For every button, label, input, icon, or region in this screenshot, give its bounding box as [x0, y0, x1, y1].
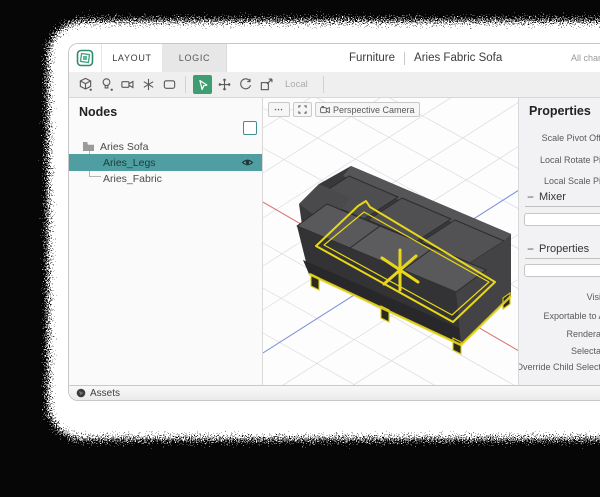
viewport-fullscreen-button[interactable]: [293, 102, 312, 117]
app-window: LAYOUT LOGIC Furniture Aries Fabric Sofa…: [68, 43, 600, 401]
section-divider: [525, 206, 600, 207]
asterisk-icon: [141, 77, 156, 92]
perspective-camera-button[interactable]: Perspective Camera: [315, 102, 420, 117]
select-tool-button[interactable]: [193, 75, 212, 94]
lightbulb-icon: [99, 77, 114, 92]
camera-icon: [320, 105, 330, 114]
toolbar-divider: [185, 76, 186, 93]
tree-row[interactable]: Aries_Fabric: [69, 170, 262, 187]
section-label: Properties: [539, 243, 589, 255]
add-null-button[interactable]: [138, 75, 159, 95]
viewport-3d[interactable]: ⋯ Perspective Camera: [263, 98, 519, 385]
cursor-icon: [196, 78, 210, 92]
rotate-icon: [238, 77, 253, 92]
assets-icon: [76, 388, 86, 398]
folder-icon: [82, 141, 95, 152]
breadcrumb: Furniture Aries Fabric Sofa: [349, 44, 502, 72]
scale-tool-button[interactable]: [256, 75, 277, 95]
collapse-icon: −: [527, 245, 534, 253]
breadcrumb-category: Furniture: [349, 52, 395, 64]
tab-layout[interactable]: LAYOUT: [101, 44, 163, 72]
section-label: Mixer: [539, 191, 566, 203]
toolbar: Local: [69, 72, 600, 98]
assets-bar-label: Assets: [90, 388, 120, 399]
add-label-button[interactable]: [159, 75, 180, 95]
nodes-filter-checkbox[interactable]: [243, 121, 257, 135]
perspective-camera-label: Perspective Camera: [333, 105, 415, 115]
prop-label-local-scale-pivot: Local Scale Pivot: [544, 176, 600, 186]
properties-panel-title: Properties: [529, 104, 591, 118]
assets-bar[interactable]: Assets: [69, 385, 600, 400]
coordinate-mode-dropdown[interactable]: Local: [285, 79, 308, 90]
properties-panel: Properties Scale Pivot Offset Local Rota…: [519, 98, 600, 385]
prop-label-visible: Visible: [587, 292, 600, 302]
move-icon: [217, 77, 232, 92]
add-camera-button[interactable]: [117, 75, 138, 95]
viewport-scene: [263, 98, 519, 385]
add-object-button[interactable]: [75, 75, 96, 95]
prop-label-scale-pivot-offset: Scale Pivot Offset: [542, 133, 600, 143]
tab-logic[interactable]: LOGIC: [163, 44, 227, 72]
section-divider: [525, 258, 600, 259]
breadcrumb-divider: [404, 52, 405, 65]
viewport-menu-button[interactable]: ⋯: [268, 102, 290, 117]
prop-label-exportable: Exportable to API: [543, 311, 600, 321]
breadcrumb-item: Aries Fabric Sofa: [414, 52, 502, 64]
tree-row-label: Aries_Legs: [103, 157, 156, 169]
app-logo-icon[interactable]: [76, 49, 94, 67]
visibility-eye-icon[interactable]: [241, 157, 254, 168]
camera-icon: [120, 77, 135, 92]
prop-label-selectable: Selectable: [571, 346, 600, 356]
label-icon: [162, 77, 177, 92]
rotate-tool-button[interactable]: [235, 75, 256, 95]
expand-icon: [298, 105, 307, 114]
tree-row-root[interactable]: Aries Sofa: [69, 138, 262, 155]
prop-label-local-rotate-pivot: Local Rotate Pivot: [540, 155, 600, 165]
prop-label-renderable: Renderable: [566, 329, 600, 339]
tree-row-selected[interactable]: Aries_Legs: [69, 154, 262, 171]
cube-icon: [78, 77, 93, 92]
section-header-properties[interactable]: − Properties: [527, 243, 589, 255]
nodes-panel-title: Nodes: [79, 105, 117, 119]
properties-filter-input[interactable]: [524, 264, 600, 277]
mixer-input[interactable]: [524, 213, 600, 226]
viewport-controls: ⋯ Perspective Camera: [268, 102, 420, 117]
prop-label-override-child-selection: Override Child Selection: [519, 362, 600, 372]
collapse-icon: −: [527, 193, 534, 201]
tree-row-label: Aries_Fabric: [103, 173, 162, 185]
move-tool-button[interactable]: [214, 75, 235, 95]
add-light-button[interactable]: [96, 75, 117, 95]
nodes-panel: Nodes Aries Sofa Aries_Legs: [69, 98, 263, 385]
scale-icon: [259, 77, 274, 92]
tree-row-label: Aries Sofa: [100, 141, 148, 153]
toolbar-divider: [323, 76, 324, 93]
save-status: All changes saved: [571, 44, 600, 72]
header-bar: LAYOUT LOGIC Furniture Aries Fabric Sofa…: [69, 44, 600, 73]
main-area: Nodes Aries Sofa Aries_Legs: [69, 98, 600, 385]
section-header-mixer[interactable]: − Mixer: [527, 191, 566, 203]
screenshot-stage: LAYOUT LOGIC Furniture Aries Fabric Sofa…: [0, 0, 600, 497]
